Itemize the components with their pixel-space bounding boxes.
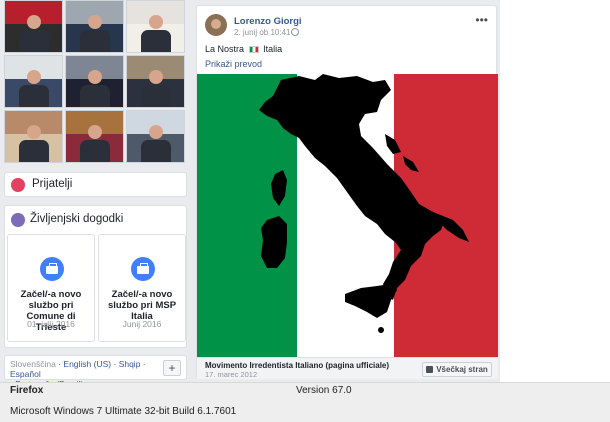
life-event-card[interactable]: Začel/-a novo službo pri Comune di Tries… [7, 234, 95, 342]
languages-card: Slovenščina · English (US) · Shqip · Esp… [4, 355, 187, 389]
post-text-before: La Nostra [205, 44, 245, 54]
person-body [141, 30, 171, 52]
life-event-card[interactable]: Začel/-a novo službo pri MSP Italia Juni… [98, 234, 186, 342]
person-head [88, 15, 102, 29]
photo-thumbnail[interactable] [65, 0, 124, 53]
person-head [149, 125, 163, 139]
post-image[interactable] [197, 74, 498, 357]
system-info-bar: Firefox Version 67.0 Microsoft Windows 7… [0, 382, 610, 422]
language-link[interactable]: Shqip [119, 359, 141, 369]
life-events-card: Življenjski dogodki Začel/-a novo službo… [4, 205, 187, 348]
life-event-date: Junij 2016 [122, 319, 162, 329]
photo-thumbnail[interactable] [4, 55, 63, 108]
person-head [27, 70, 41, 84]
globe-icon [291, 28, 299, 36]
add-language-button[interactable]: + [163, 360, 181, 376]
avatar[interactable] [205, 14, 227, 36]
app-name: Firefox [10, 385, 44, 396]
language-link[interactable]: Español [10, 369, 41, 379]
life-events-icon [11, 213, 25, 227]
like-page-button[interactable]: Všečkaj stran [422, 362, 492, 377]
post-author[interactable]: Lorenzo Giorgi [234, 16, 302, 27]
post-text-after: Italia [263, 44, 283, 54]
photo-thumbnail[interactable] [65, 55, 124, 108]
link-preview-title[interactable]: Movimento Irredentista Italiano (pagina … [205, 361, 395, 370]
person-body [80, 140, 110, 162]
photo-thumbnail[interactable] [65, 110, 124, 163]
person-body [19, 85, 49, 107]
briefcase-icon [131, 257, 155, 281]
friends-label: Prijatelji [32, 178, 73, 190]
person-body [80, 30, 110, 52]
right-empty-area [500, 0, 610, 382]
like-page-label: Všečkaj stran [436, 365, 488, 374]
more-options-icon[interactable]: ••• [475, 13, 488, 27]
photo-thumbnail[interactable] [126, 110, 185, 163]
italy-flag-icon [248, 46, 259, 54]
person-head [27, 15, 41, 29]
person-body [141, 85, 171, 107]
person-body [19, 30, 49, 52]
friends-card[interactable]: Prijatelji [4, 172, 187, 197]
post-text: La Nostra Italia [205, 44, 282, 54]
app-version: Version 67.0 [296, 385, 352, 396]
link-preview-footer[interactable]: Movimento Irredentista Italiano (pagina … [197, 357, 498, 379]
link-preview-date: 17. marec 2012 [205, 370, 258, 379]
person-body [80, 85, 110, 107]
os-info: Microsoft Windows 7 Ultimate 32-bit Buil… [10, 406, 237, 417]
life-event-title: Začel/-a novo službo pri MSP Italia [107, 289, 177, 322]
photo-grid [4, 0, 187, 165]
life-event-date: 01. julij 2016 [27, 319, 75, 329]
person-head [88, 125, 102, 139]
photo-thumbnail[interactable] [126, 0, 185, 53]
person-body [19, 140, 49, 162]
language-link[interactable]: English (US) [63, 359, 111, 369]
post-timestamp[interactable]: 2. junij ob 10:41 [234, 28, 291, 37]
briefcase-icon [40, 257, 64, 281]
language-current: Slovenščina [10, 359, 56, 369]
italy-map-silhouette [259, 74, 469, 333]
photo-thumbnail[interactable] [4, 110, 63, 163]
person-head [149, 70, 163, 84]
photo-thumbnail[interactable] [4, 0, 63, 53]
show-translation-link[interactable]: Prikaži prevod [205, 59, 262, 69]
thumbs-up-icon [426, 366, 434, 374]
person-head [88, 70, 102, 84]
friends-icon [11, 178, 25, 192]
person-body [141, 140, 171, 162]
post-card: Lorenzo Giorgi 2. junij ob 10:41 ••• La … [196, 5, 498, 379]
person-head [149, 15, 163, 29]
person-head [27, 125, 41, 139]
life-events-title: Življenjski dogodki [30, 213, 124, 225]
photo-thumbnail[interactable] [126, 55, 185, 108]
